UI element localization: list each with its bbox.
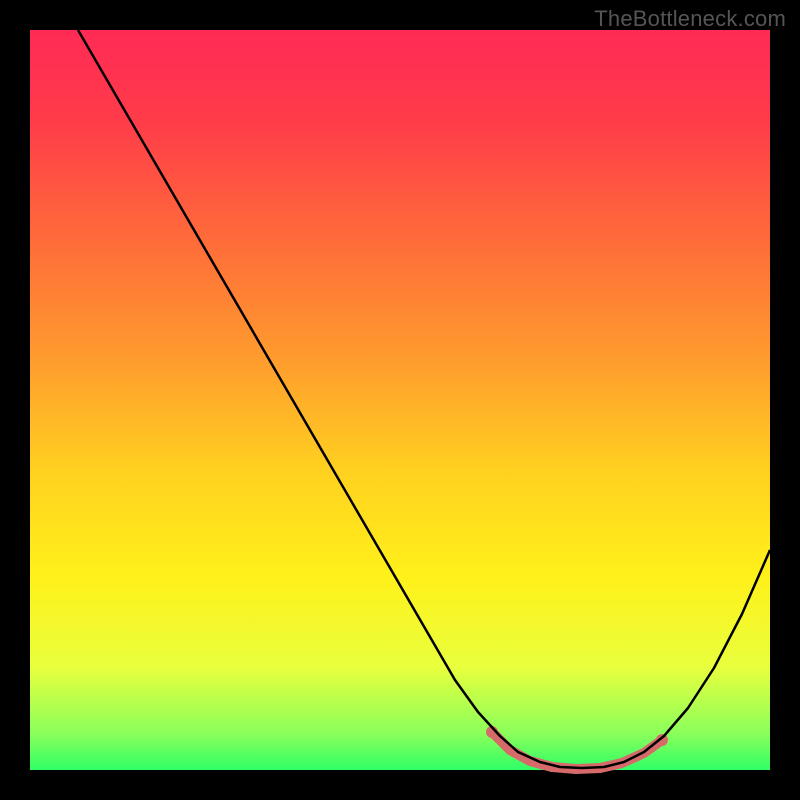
watermark-text: TheBottleneck.com xyxy=(594,6,786,32)
chart-frame: TheBottleneck.com xyxy=(0,0,800,800)
bottleneck-chart xyxy=(0,0,800,800)
